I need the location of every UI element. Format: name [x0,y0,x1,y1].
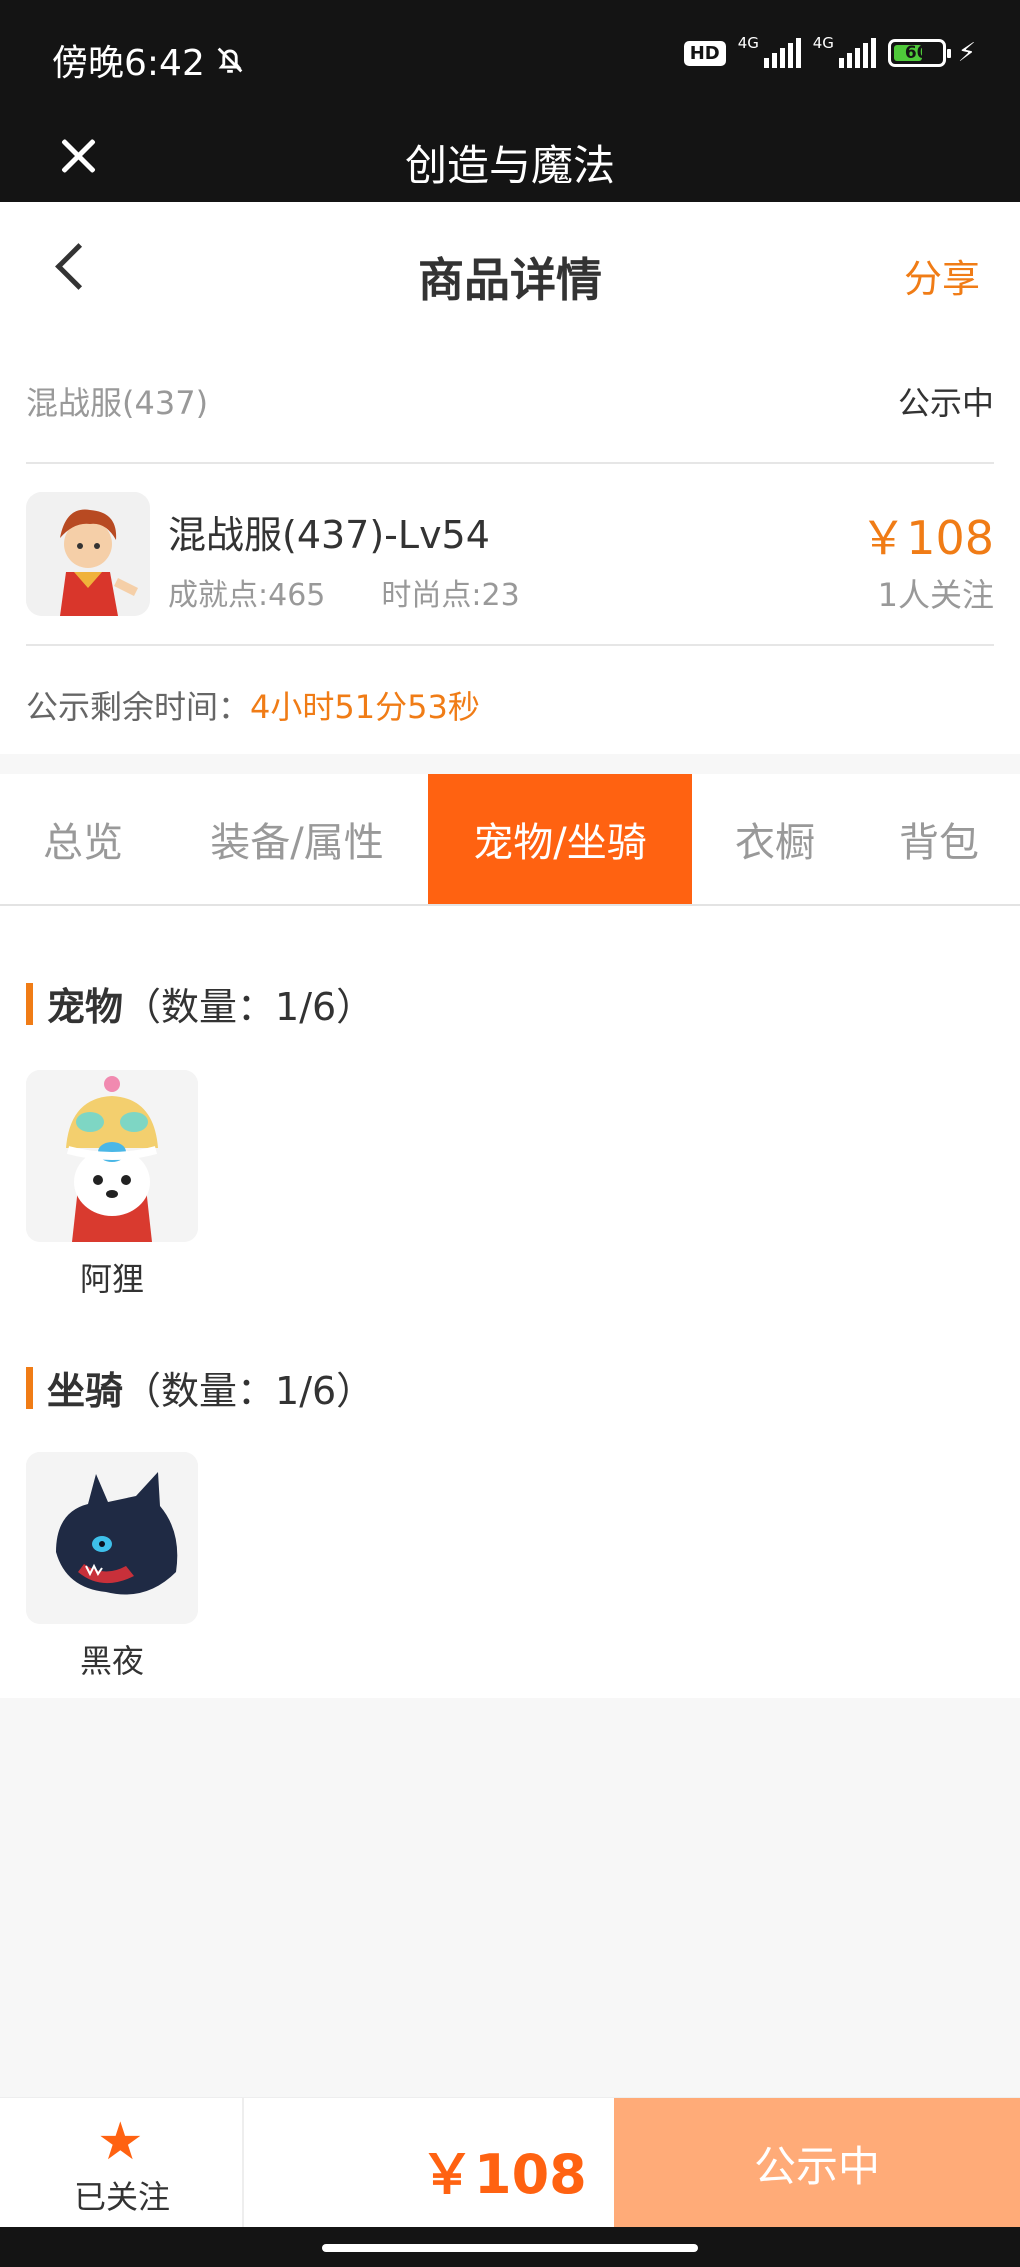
system-nav-bar [0,2227,1020,2267]
signal-icon-2: 4G [813,34,876,68]
character-avatar [26,492,150,616]
battery-icon: 60 [887,39,951,67]
tab-equipment[interactable]: 装备/属性 [166,774,428,904]
mounts-count: （数量：1/6） [123,1369,375,1413]
item-price: ￥108 [860,511,994,565]
charging-icon: ⚡ [957,38,976,68]
pets-title: 宠物 [47,985,124,1029]
bottom-action-bar: ★ 已关注 ￥108 公示中 [0,2097,1020,2228]
mount-name: 黑夜 [79,1642,144,1680]
state-button[interactable]: 公示中 [614,2098,1020,2228]
mounts-section-title: 坐骑 （数量：1/6） [26,1360,374,1415]
network-type: 4G [737,34,759,52]
item-title: 混战服(437)-Lv54 [168,513,490,557]
app-bar: 创造与魔法 [0,118,1020,202]
tab-bar: 总览 装备/属性 宠物/坐骑 衣橱 背包 [0,774,1020,906]
section-marker [26,1366,33,1409]
share-button[interactable]: 分享 [904,248,980,303]
tab-wardrobe[interactable]: 衣橱 [692,774,858,904]
pet-name: 阿狸 [79,1260,144,1298]
mount-card[interactable] [26,1452,198,1624]
pets-count: （数量：1/6） [123,985,375,1029]
section-marker [26,982,33,1025]
follow-button[interactable]: ★ 已关注 [0,2098,244,2228]
status-time-text: 傍晚6:42 [52,43,205,84]
page-title: 商品详情 [418,253,602,307]
status-time: 傍晚6:42 [52,34,247,86]
item-server-row: 混战服(437) 公示中 [26,378,994,424]
mounts-title: 坐骑 [47,1369,124,1413]
mount-image [26,1452,198,1624]
achievement-points: 成就点:465 [168,578,326,613]
item-info: 混战服(437) 公示中 混战服(437)-Lv54 成就点:465 时尚点:2… [0,334,1020,754]
star-icon: ★ [97,2112,144,2172]
item-state: 公示中 [897,384,994,422]
countdown-value: 4小时51分53秒 [250,688,480,726]
network-type-2: 4G [812,34,834,52]
pet-card[interactable] [26,1070,198,1242]
pets-section-title: 宠物 （数量：1/6） [26,976,374,1031]
divider [26,462,994,464]
status-icons: HD 4G 4G 60 ⚡ [683,34,976,68]
bell-off-icon [217,47,243,73]
page-header: 商品详情 分享 [0,202,1020,334]
status-bar: 傍晚6:42 HD 4G 4G 60 ⚡ [0,0,1020,118]
tab-pets-mounts[interactable]: 宠物/坐骑 [428,774,692,904]
tab-backpack[interactable]: 背包 [858,774,1020,904]
divider [26,644,994,646]
hd-icon: HD [683,40,726,66]
follow-label: 已关注 [73,2178,170,2216]
tab-overview[interactable]: 总览 [0,774,166,904]
battery-level: 60 [904,43,929,63]
follower-count: 1人关注 [877,576,994,614]
pets-mounts-panel: 宠物 （数量：1/6） 阿狸 坐骑 （数量：1/6） 黑夜 [0,906,1020,1698]
app-title: 创造与魔法 [404,141,615,190]
bottom-price: ￥108 [420,2143,587,2206]
item-points: 成就点:465 时尚点:23 [168,570,520,614]
signal-icon: 4G [738,34,801,68]
server-name: 混战服(437) [26,384,209,422]
countdown-label: 公示剩余时间： [26,688,251,726]
pet-image [26,1070,198,1242]
countdown: 公示剩余时间：4小时51分53秒 [26,682,480,728]
fashion-points: 时尚点:23 [381,578,520,613]
home-indicator[interactable] [322,2244,698,2252]
